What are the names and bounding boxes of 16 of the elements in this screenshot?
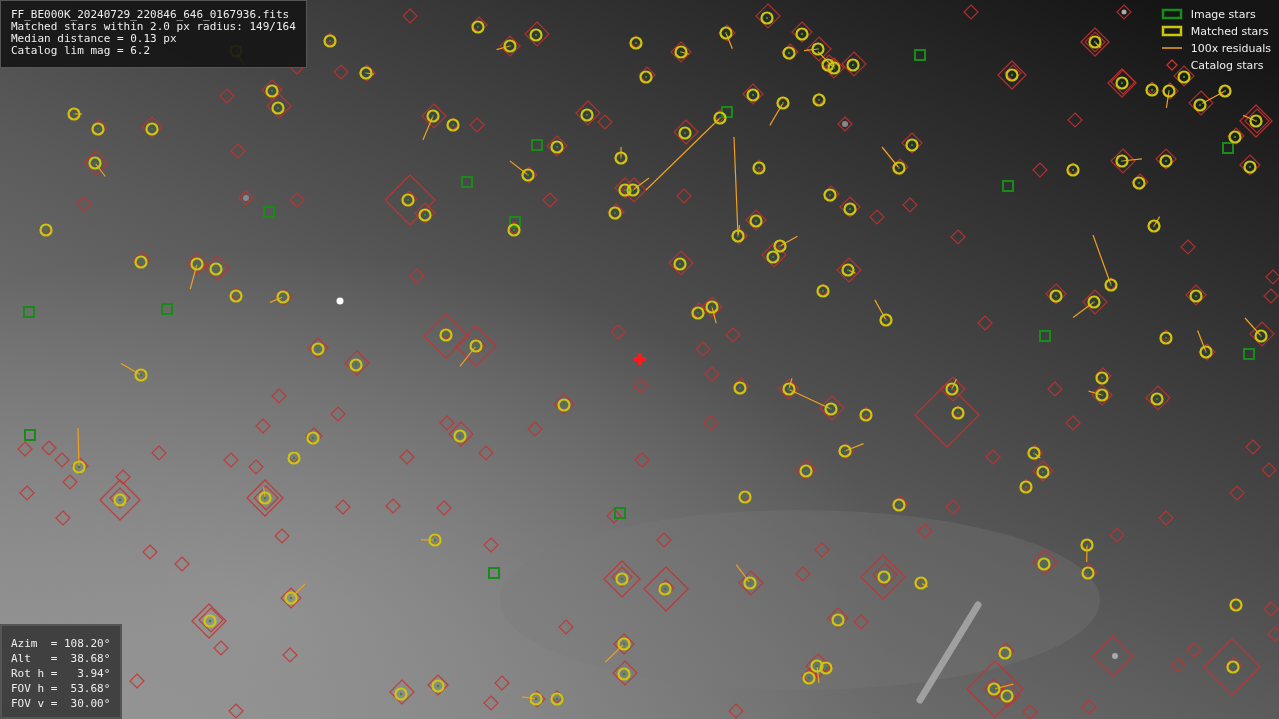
- info-text: Catalog lim mag = 6.2: [11, 45, 152, 57]
- pointing-text: Rot h = 3.94°: [11, 666, 111, 681]
- pointing-text: FOV h = 53.68°: [11, 681, 111, 696]
- legend-swatch-icon: [1159, 25, 1184, 37]
- legend-label: 100x residuals: [1190, 41, 1271, 55]
- info-text: Matched stars within 2.0 px radius: 149/164: [11, 21, 296, 33]
- info-text: Median distance = 0.13 px: [11, 33, 178, 45]
- legend-label: Image stars: [1190, 7, 1256, 21]
- pointing-text: FOV v = 30.00°: [11, 696, 111, 711]
- pointing-text: Alt = 38.68°: [11, 651, 111, 666]
- pointing-text: Azim = 108.20°: [11, 636, 111, 651]
- legend-swatch-icon: [1159, 8, 1184, 20]
- info-text: FF_BE000K_20240729_220846_646_0167936.fits: [11, 9, 291, 21]
- legend-label: Matched stars: [1190, 24, 1269, 38]
- legend-label: Catalog stars: [1190, 58, 1264, 72]
- crosshair-icon: [634, 353, 646, 365]
